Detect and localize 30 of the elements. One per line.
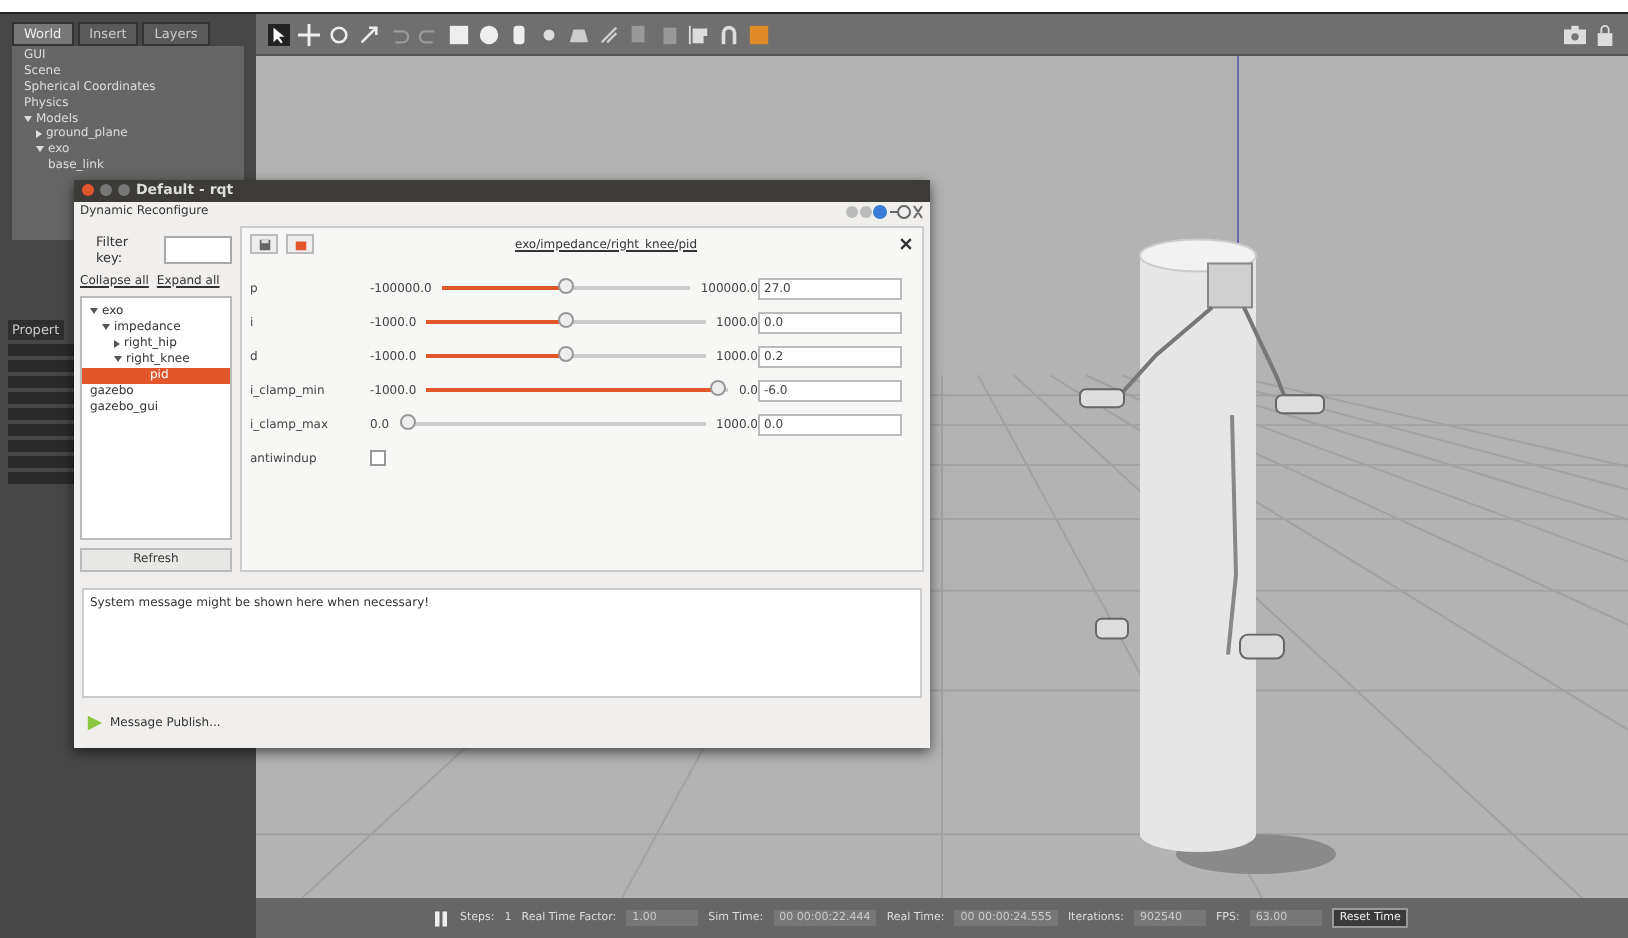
rotate-icon[interactable] xyxy=(328,23,350,45)
sphere-icon[interactable] xyxy=(478,23,500,45)
translate-icon[interactable] xyxy=(298,23,320,45)
slider-handle[interactable] xyxy=(558,278,575,295)
slider-handle[interactable] xyxy=(399,414,416,431)
expand-arrow-icon[interactable] xyxy=(102,324,110,331)
cylinder-icon[interactable] xyxy=(508,23,530,45)
slider-handle[interactable] xyxy=(558,346,575,363)
checkbox[interactable] xyxy=(370,450,386,467)
lock-icon[interactable] xyxy=(1594,23,1616,45)
close-icon[interactable] xyxy=(898,236,914,253)
align-icon[interactable] xyxy=(688,23,710,45)
minimize-icon[interactable] xyxy=(100,184,112,197)
pause-icon[interactable] xyxy=(432,909,450,927)
expand-arrow-icon[interactable] xyxy=(114,339,120,348)
maximize-icon[interactable] xyxy=(118,184,130,197)
expand-arrow-icon[interactable] xyxy=(114,356,122,363)
load-button[interactable] xyxy=(286,234,314,255)
filter-field[interactable] xyxy=(164,235,232,264)
camera-icon[interactable] xyxy=(1564,23,1586,45)
box-icon[interactable] xyxy=(448,23,470,45)
slider-handle[interactable] xyxy=(710,380,727,397)
select-arrow-icon[interactable] xyxy=(268,23,290,45)
save-button[interactable] xyxy=(250,234,278,255)
dock-controls-icon[interactable] xyxy=(888,203,924,220)
expand-arrow-icon[interactable] xyxy=(90,308,98,315)
slider-handle[interactable] xyxy=(558,312,575,329)
plugin-options-icon[interactable] xyxy=(844,203,888,220)
magnet-icon[interactable] xyxy=(718,23,740,45)
scale-icon[interactable] xyxy=(358,23,380,45)
